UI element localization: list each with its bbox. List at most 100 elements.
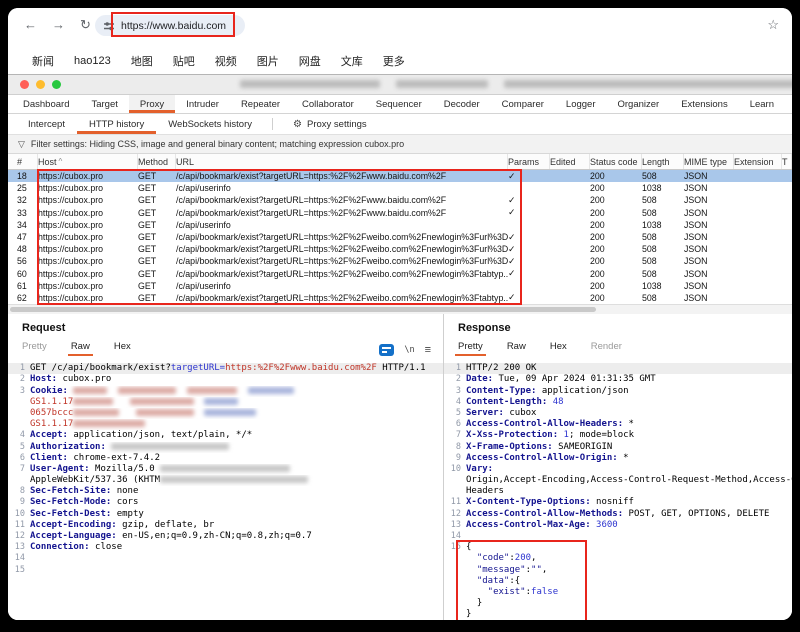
line-number: 10 [444, 464, 466, 475]
line-number: 15 [8, 565, 30, 576]
history-row-60[interactable]: 60https://cubox.proGET/c/api/bookmark/ex… [8, 268, 792, 280]
main-tab-proxy[interactable]: Proxy [129, 95, 175, 113]
history-row-32[interactable]: 32https://cubox.proGET/c/api/bookmark/ex… [8, 194, 792, 206]
history-row-18[interactable]: 18https://cubox.proGET/c/api/bookmark/ex… [8, 170, 792, 182]
baidu-nav-link-x[interactable]: 文库 [341, 53, 363, 69]
history-row-33[interactable]: 33https://cubox.proGET/c/api/bookmark/ex… [8, 207, 792, 219]
inspector-toggle-icon[interactable] [379, 344, 394, 356]
baidu-nav-link-x[interactable]: 更多 [383, 53, 405, 69]
response-tab-pretty[interactable]: Pretty [458, 341, 483, 354]
column-header-params[interactable]: Params [508, 154, 550, 169]
main-tab-organizer[interactable]: Organizer [607, 95, 671, 113]
response-editor[interactable]: 1HTTP/2 200 OK2Date: Tue, 09 Apr 2024 01… [444, 363, 792, 620]
column-label: URL [176, 157, 194, 167]
main-tab-collaborator[interactable]: Collaborator [291, 95, 365, 113]
baidu-nav-link-x[interactable]: 新闻 [32, 53, 54, 69]
response-tab-render[interactable]: Render [591, 341, 622, 354]
column-header-x[interactable]: # [8, 154, 38, 169]
column-header-edited[interactable]: Edited [550, 154, 590, 169]
newline-toggle-icon[interactable]: \n [404, 345, 414, 355]
editor-menu-icon[interactable]: ≡ [425, 344, 431, 356]
column-header-mime-type[interactable]: MIME type [684, 154, 734, 169]
request-title: Request [22, 322, 443, 334]
request-tab-raw[interactable]: Raw [71, 341, 90, 354]
response-line: 7X-Xss-Protection: 1; mode=block [444, 430, 792, 441]
back-icon[interactable]: ← [24, 17, 37, 33]
response-panel: Response PrettyRawHexRender 1HTTP/2 200 … [444, 314, 792, 620]
history-row-48[interactable]: 48https://cubox.proGET/c/api/bookmark/ex… [8, 243, 792, 255]
line-number: 13 [444, 520, 466, 531]
sub-tab-proxy-settings[interactable]: ⚙Proxy settings [281, 114, 379, 134]
main-tab-comparer[interactable]: Comparer [491, 95, 555, 113]
line-number: 5 [8, 442, 30, 453]
main-tab-repeater[interactable]: Repeater [230, 95, 291, 113]
redacted-blur [111, 443, 229, 450]
column-header-length[interactable]: Length [642, 154, 684, 169]
main-tab-sequencer[interactable]: Sequencer [365, 95, 433, 113]
request-tab-hex[interactable]: Hex [114, 341, 131, 354]
line-number: 11 [444, 497, 466, 508]
maximize-window-icon[interactable] [52, 80, 61, 89]
main-tab-extensions[interactable]: Extensions [670, 95, 738, 113]
main-tab-intruder[interactable]: Intruder [175, 95, 230, 113]
main-tab-learn[interactable]: Learn [739, 95, 785, 113]
main-tab-decoder[interactable]: Decoder [433, 95, 491, 113]
baidu-nav-link-x[interactable]: 图片 [257, 53, 279, 69]
site-info-icon[interactable] [103, 20, 115, 32]
history-row-34[interactable]: 34https://cubox.proGET/c/api/userinfo200… [8, 219, 792, 231]
scrollbar-thumb[interactable] [10, 307, 596, 312]
url-text[interactable]: https://www.baidu.com [121, 20, 226, 32]
bookmark-star-icon[interactable]: ☆ [767, 17, 779, 33]
screenshot-root: ← → ↻ https://www.baidu.com [0, 0, 800, 632]
sub-tab-label: Proxy settings [307, 119, 367, 130]
address-bar[interactable]: https://www.baidu.com [95, 15, 245, 36]
response-line: 12Access-Control-Allow-Methods: POST, GE… [444, 509, 792, 520]
forward-icon[interactable]: → [52, 17, 65, 33]
redacted-blur [130, 398, 194, 405]
column-header-method[interactable]: Method [138, 154, 176, 169]
baidu-nav-link-hao123[interactable]: hao123 [74, 55, 111, 67]
request-line: 4Accept: application/json, text/plain, *… [8, 430, 443, 441]
history-row-62[interactable]: 62https://cubox.proGET/c/api/bookmark/ex… [8, 292, 792, 304]
history-row-25[interactable]: 25https://cubox.proGET/c/api/userinfo200… [8, 182, 792, 194]
sub-tab-intercept[interactable]: Intercept [16, 114, 77, 134]
main-tab-logger[interactable]: Logger [555, 95, 607, 113]
line-number: 9 [8, 497, 30, 508]
request-line: AppleWebKit/537.36 (KHTM [8, 475, 443, 486]
column-header-host[interactable]: Host^ [38, 154, 138, 169]
response-tab-raw[interactable]: Raw [507, 341, 526, 354]
line-number: 13 [8, 542, 30, 553]
column-header-t[interactable]: T [782, 154, 792, 169]
request-line: 5Authorization: [8, 442, 443, 453]
history-row-61[interactable]: 61https://cubox.proGET/c/api/userinfo200… [8, 280, 792, 292]
column-label: Status code [590, 157, 638, 167]
column-header-status-code[interactable]: Status code [590, 154, 642, 169]
history-row-56[interactable]: 56https://cubox.proGET/c/api/bookmark/ex… [8, 255, 792, 267]
column-header-url[interactable]: URL [176, 154, 508, 169]
line-number [444, 553, 466, 564]
baidu-nav-link-x[interactable]: 视频 [215, 53, 237, 69]
baidu-nav-link-x[interactable]: 地图 [131, 53, 153, 69]
reload-icon[interactable]: ↻ [80, 17, 91, 33]
response-line: 2Date: Tue, 09 Apr 2024 01:31:35 GMT [444, 374, 792, 385]
line-number: 4 [444, 397, 466, 408]
sub-tab-http-history[interactable]: HTTP history [77, 114, 156, 134]
column-label: Host [38, 157, 57, 167]
request-editor[interactable]: 1GET /c/api/bookmark/exist?targetURL=htt… [8, 363, 443, 576]
line-number: 11 [8, 520, 30, 531]
main-tab-target[interactable]: Target [80, 95, 128, 113]
horizontal-scrollbar[interactable] [8, 304, 792, 314]
column-header-extension[interactable]: Extension [734, 154, 782, 169]
history-row-47[interactable]: 47https://cubox.proGET/c/api/bookmark/ex… [8, 231, 792, 243]
response-tab-hex[interactable]: Hex [550, 341, 567, 354]
baidu-nav-link-x[interactable]: 网盘 [299, 53, 321, 69]
sub-tab-websockets-history[interactable]: WebSockets history [156, 114, 264, 134]
filter-bar[interactable]: ▽ Filter settings: Hiding CSS, image and… [8, 135, 792, 154]
minimize-window-icon[interactable] [36, 80, 45, 89]
redacted-blur [160, 465, 290, 472]
baidu-nav-link-x[interactable]: 贴吧 [173, 53, 195, 69]
close-window-icon[interactable] [20, 80, 29, 89]
redacted-blur [118, 387, 176, 394]
request-tab-pretty[interactable]: Pretty [22, 341, 47, 354]
main-tab-dashboard[interactable]: Dashboard [12, 95, 80, 113]
